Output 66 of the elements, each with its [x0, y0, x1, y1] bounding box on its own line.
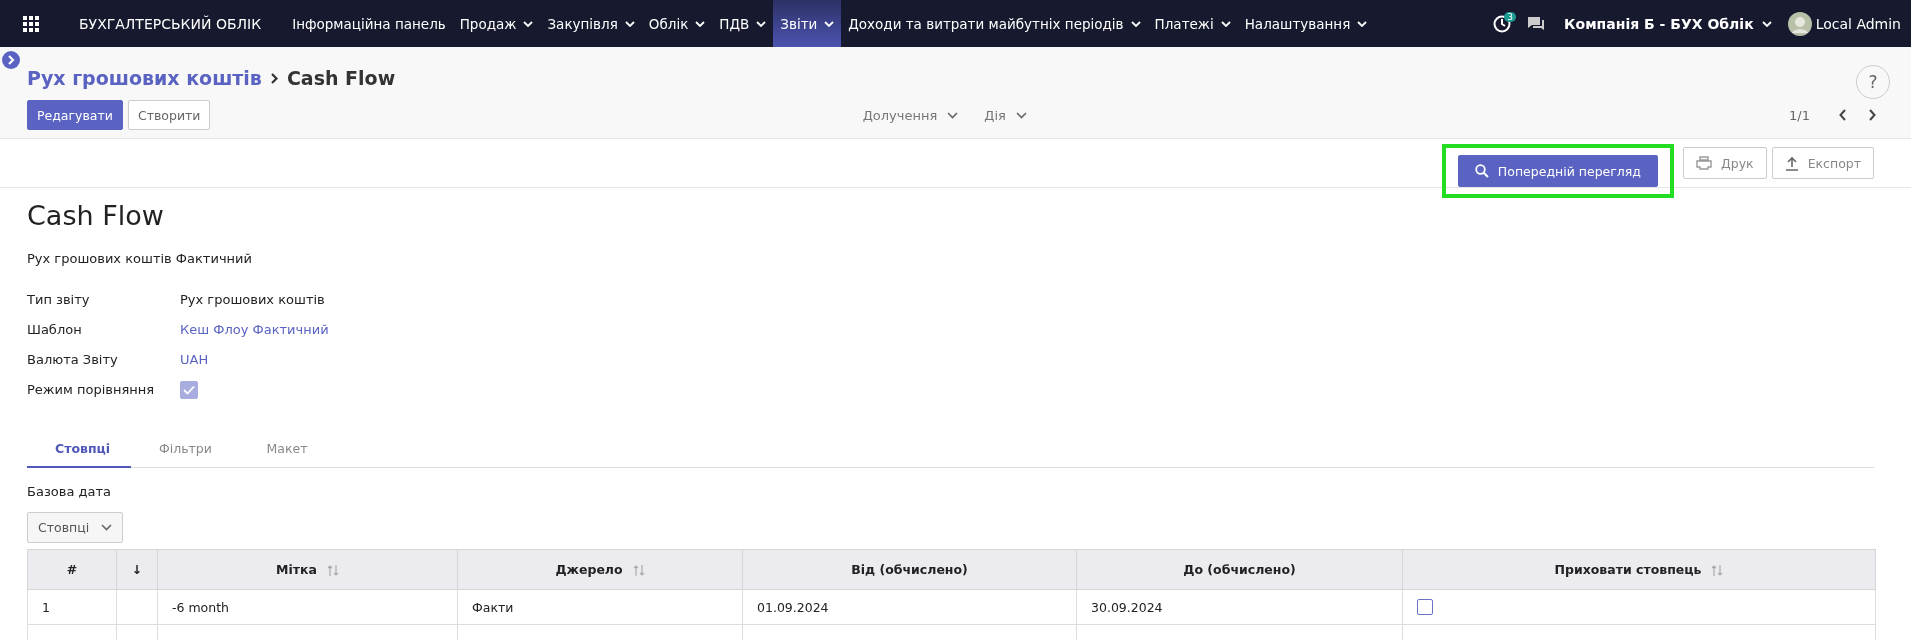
previous-icon[interactable]: [1839, 109, 1847, 121]
table-cell: -6 month: [172, 599, 229, 615]
column-header[interactable]: Приховати стовпець: [1402, 549, 1876, 590]
apps-menu-icon[interactable]: [23, 15, 39, 32]
check-icon: [183, 385, 195, 395]
edit-button[interactable]: Редагувати: [27, 100, 123, 130]
print-button[interactable]: Друк: [1683, 147, 1767, 179]
column-header[interactable]: ↓: [116, 549, 158, 590]
checkbox[interactable]: [1417, 599, 1433, 616]
table-cell: 1: [42, 599, 50, 615]
field-link[interactable]: Кеш Флоу Фактичний: [180, 321, 329, 339]
caret-icon: [947, 111, 959, 119]
tab[interactable]: Фільтри: [131, 431, 235, 468]
export-button[interactable]: Експорт: [1771, 147, 1874, 179]
dropdown-menu[interactable]: Долучення: [862, 107, 959, 123]
menu-item[interactable]: Інформаційна панель: [285, 0, 453, 47]
column-header[interactable]: Від (обчислено): [742, 549, 1077, 590]
field-label: Режим порівняння: [27, 381, 156, 399]
table-cell: 01.09.2024: [757, 599, 829, 615]
user-name[interactable]: Local Admin: [1815, 15, 1901, 32]
menu-item[interactable]: Налаштування: [1237, 0, 1375, 47]
menu-item[interactable]: Платежі: [1147, 0, 1238, 47]
menu-item[interactable]: Продаж: [452, 0, 541, 47]
breadcrumb-link[interactable]: Рух грошових коштів: [27, 67, 262, 89]
avatar-icon[interactable]: [1787, 11, 1812, 36]
table-cell: Факти: [472, 599, 514, 615]
activity-clock-icon[interactable]: [1492, 13, 1513, 34]
column-header[interactable]: До (обчислено): [1076, 549, 1403, 590]
chat-icon[interactable]: [1526, 14, 1547, 33]
tab[interactable]: Макет: [235, 431, 339, 468]
preview-button[interactable]: Попередній перегляд: [1457, 155, 1658, 187]
company-switcher[interactable]: Компанія Б - БУХ Облік: [1564, 15, 1772, 32]
menu-item[interactable]: ПДВ: [712, 0, 774, 47]
form-title: Cash Flow: [27, 200, 165, 231]
search-icon: [1474, 164, 1489, 178]
menu-item[interactable]: Звіти: [773, 0, 842, 47]
caret-icon: [1015, 111, 1027, 119]
create-button[interactable]: Створити: [127, 100, 211, 130]
column-header[interactable]: Джерело: [457, 549, 743, 590]
caret-icon: [101, 524, 113, 531]
field-link[interactable]: UAH: [180, 351, 329, 369]
column-header[interactable]: Мітка: [157, 549, 458, 590]
next-icon[interactable]: [1868, 109, 1876, 121]
pager-counter: 1/1: [1789, 107, 1810, 123]
checkbox[interactable]: [180, 381, 198, 399]
chevron-right-icon: [269, 71, 279, 85]
dropdown-menu[interactable]: Дія: [984, 107, 1027, 123]
field-value: Рух грошових коштів: [180, 291, 326, 309]
field-label: Шаблон: [27, 321, 83, 339]
printer-icon: [1696, 156, 1712, 170]
field-label: Валюта Звіту: [27, 351, 119, 369]
tab[interactable]: Стовпці: [27, 431, 131, 468]
form-subtitle: Рух грошових коштів Фактичний: [27, 251, 253, 266]
caret-icon: [1761, 20, 1772, 27]
section-label: Базова дата: [27, 484, 112, 499]
table-cell: 30.09.2024: [1091, 599, 1163, 615]
menu-item[interactable]: Доходи та витрати майбутніх періодів: [841, 0, 1148, 47]
breadcrumb-current: Cash Flow: [286, 67, 396, 89]
activity-count-badge: 3: [1504, 11, 1517, 22]
column-header[interactable]: #: [27, 549, 117, 590]
upload-icon: [1784, 155, 1799, 171]
field-label: Тип звіту: [27, 291, 91, 309]
columns-dropdown[interactable]: Стовпці: [27, 512, 124, 543]
menu-item[interactable]: Закупівля: [540, 0, 642, 47]
app-title[interactable]: БУХГАЛТЕРСЬКИЙ ОБЛІК: [79, 15, 262, 32]
menu-item[interactable]: Облік: [641, 0, 713, 47]
